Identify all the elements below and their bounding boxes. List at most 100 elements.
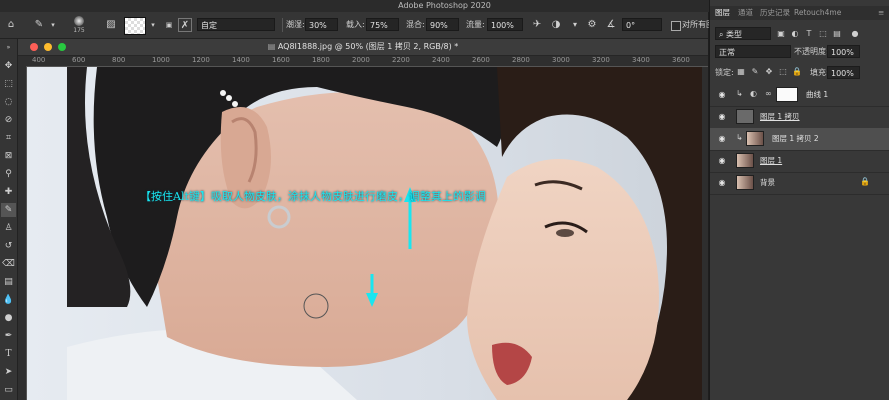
brush-preview[interactable]: 175	[66, 15, 92, 37]
filter-toggle-icon[interactable]: ●	[850, 28, 860, 40]
fill-input[interactable]: 100%	[827, 66, 860, 79]
vertical-scrollbar[interactable]	[702, 67, 708, 400]
collapse-icon[interactable]: »	[1, 41, 16, 55]
mix-label: 混合:	[406, 20, 425, 29]
clip-icon: ↳	[736, 89, 743, 98]
pressure-opacity-icon[interactable]: ◑	[549, 18, 563, 32]
lock-all-icon[interactable]: 🔒	[792, 66, 802, 78]
divider	[282, 18, 283, 32]
frame-tool-icon[interactable]: ⊠	[1, 149, 16, 163]
lock-image-icon[interactable]: ✎	[750, 66, 760, 78]
wet-input[interactable]: 30%	[305, 18, 338, 31]
crop-tool-icon[interactable]: ⌗	[1, 131, 16, 145]
airbrush-icon[interactable]: ✈	[530, 18, 544, 32]
opacity-input[interactable]: 100%	[827, 45, 860, 58]
blend-mode-select[interactable]: 正常	[715, 45, 791, 58]
clone-stamp-tool-icon[interactable]: ♙	[1, 221, 16, 235]
move-tool-icon[interactable]: ✥	[1, 59, 16, 73]
pen-tool-icon[interactable]: ✒	[1, 329, 16, 343]
opacity-label: 不透明度:	[794, 47, 829, 56]
horizontal-ruler[interactable]: 400 600 800 1000 1200 1400 1600 1800 2000 2200 240…	[26, 56, 708, 67]
layer-name: 曲线 1	[806, 90, 829, 99]
mixer-brush-icon[interactable]: ✎	[32, 18, 46, 32]
path-select-tool-icon[interactable]: ➤	[1, 365, 16, 379]
tab-history[interactable]: 历史记录	[760, 6, 790, 20]
layer-row-layer1-copy[interactable]: ◉ 图层 1 拷贝	[710, 106, 889, 129]
current-brush-swatch[interactable]	[124, 17, 146, 35]
brush-tool-icon[interactable]: ✎	[1, 203, 16, 217]
shape-tool-icon[interactable]: ▭	[1, 383, 16, 397]
layer-row-layer1-copy2[interactable]: ◉ ↳ 图层 1 拷贝 2	[710, 128, 889, 151]
flow-input[interactable]: 100%	[487, 18, 523, 31]
adjustment-filter-icon[interactable]: ◐	[790, 28, 800, 40]
clean-brush-icon[interactable]: ✗	[178, 18, 192, 32]
layer-row-curves[interactable]: ◉ ↳ ◐ ∞ 曲线 1	[710, 84, 889, 107]
wet-label: 潮湿:	[286, 20, 305, 29]
eye-icon[interactable]: ◉	[716, 89, 728, 101]
gradient-tool-icon[interactable]: ▤	[1, 275, 16, 289]
document-tab-title[interactable]: ▤ AQ8I1888.jpg @ 50% (图层 1 拷贝 2, RGB/8) …	[18, 39, 708, 55]
mix-input[interactable]: 90%	[426, 18, 459, 31]
chevron-down-icon[interactable]: ▾	[46, 18, 60, 32]
flow-label: 流量:	[466, 20, 485, 29]
eye-icon[interactable]: ◉	[716, 133, 728, 145]
healing-brush-tool-icon[interactable]: ✚	[1, 185, 16, 199]
tab-layers[interactable]: 图层	[715, 6, 730, 20]
type-tool-icon[interactable]: T	[1, 347, 16, 361]
smart-object-filter-icon[interactable]: ▤	[832, 28, 842, 40]
lock-artboard-icon[interactable]: ⬚	[778, 66, 788, 78]
layer-filter-value: 类型	[726, 30, 743, 39]
blur-tool-icon[interactable]: 💧	[1, 293, 16, 307]
tutorial-annotation: 【按住Alt键】吸取人物皮肤，涂抹人物皮肤进行磨皮，调整其上的影调	[140, 190, 486, 203]
ruler-tick-label: 1600	[272, 56, 290, 64]
layer-row-background[interactable]: ◉ 背景 🔒	[710, 172, 889, 195]
layer-row-layer1[interactable]: ◉ 图层 1	[710, 150, 889, 173]
lock-transparent-icon[interactable]: ▦	[736, 66, 746, 78]
chevron-down-icon[interactable]: ▾	[146, 18, 160, 32]
eye-icon[interactable]: ◉	[716, 111, 728, 123]
tab-retouch4me[interactable]: Retouch4me	[794, 6, 841, 20]
layer-thumbnail	[736, 153, 754, 168]
ruler-tick-label: 1400	[232, 56, 250, 64]
ruler-tick-label: 1000	[152, 56, 170, 64]
ruler-tick-label: 600	[72, 56, 86, 64]
eye-icon[interactable]: ◉	[716, 155, 728, 167]
ruler-tick-label: 1200	[192, 56, 210, 64]
vertical-ruler[interactable]	[18, 66, 27, 400]
lock-position-icon[interactable]: ✥	[764, 66, 774, 78]
load-input[interactable]: 75%	[366, 18, 399, 31]
angle-input[interactable]: 0°	[622, 18, 662, 31]
home-icon[interactable]: ⌂	[4, 18, 18, 32]
ruler-origin[interactable]	[18, 56, 26, 66]
panel-menu-icon[interactable]: ≡	[878, 6, 884, 20]
brush-size-label: 175	[73, 27, 85, 34]
ruler-tick-label: 2000	[352, 56, 370, 64]
sample-all-checkbox[interactable]	[671, 21, 681, 31]
lasso-tool-icon[interactable]: ◌	[1, 95, 16, 109]
mixer-preset-select[interactable]: 自定	[197, 18, 275, 31]
smoothing-icon[interactable]: ⚙	[585, 18, 599, 32]
pixel-filter-icon[interactable]: ▣	[776, 28, 786, 40]
type-filter-icon[interactable]: T	[804, 28, 814, 40]
ruler-tick-label: 2400	[432, 56, 450, 64]
layer-name: 图层 1 拷贝	[760, 112, 800, 121]
history-brush-tool-icon[interactable]: ↺	[1, 239, 16, 253]
layers-panel: 图层 通道 历史记录 Retouch4me ≡ ⌕ 类型 ▣ ◐ T ⬚ ▤ ●…	[709, 0, 889, 400]
photo	[27, 67, 708, 400]
brush-load-icon[interactable]: ▣	[162, 18, 176, 32]
search-icon: ⌕	[719, 30, 727, 39]
shape-filter-icon[interactable]: ⬚	[818, 28, 828, 40]
brush-panel-icon[interactable]: ▨	[104, 18, 118, 32]
document-canvas[interactable]	[27, 67, 708, 400]
marquee-tool-icon[interactable]: ⬚	[1, 77, 16, 91]
ruler-tick-label: 2800	[512, 56, 530, 64]
tab-channels[interactable]: 通道	[738, 6, 753, 20]
eraser-tool-icon[interactable]: ⌫	[1, 257, 16, 271]
chevron-down-icon[interactable]: ▾	[568, 18, 582, 32]
ruler-tick-label: 800	[112, 56, 126, 64]
layer-filter-select[interactable]: ⌕ 类型	[715, 27, 771, 40]
eye-icon[interactable]: ◉	[716, 177, 728, 189]
quick-select-tool-icon[interactable]: ⊘	[1, 113, 16, 127]
dodge-tool-icon[interactable]: ●	[1, 311, 16, 325]
eyedropper-tool-icon[interactable]: ⚲	[1, 167, 16, 181]
